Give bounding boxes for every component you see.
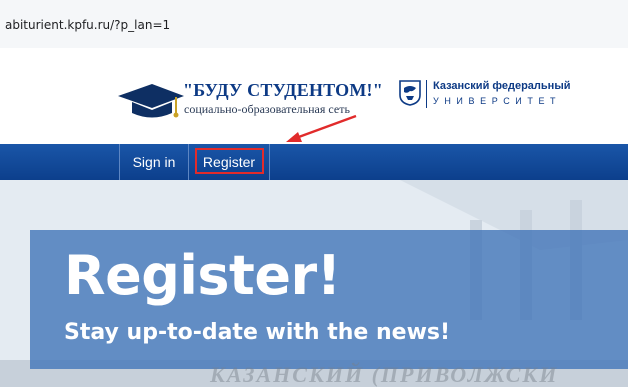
address-bar[interactable]: abiturient.kpfu.ru/?p_lan=1 (0, 0, 628, 48)
university-name: Казанский федеральный (433, 80, 571, 92)
kfu-emblem-icon[interactable] (399, 80, 421, 106)
university-divider (426, 80, 427, 108)
graduation-cap-icon (118, 84, 184, 118)
brand-subtitle: социально-образовательная сеть (184, 102, 350, 116)
nav-register[interactable]: Register (189, 144, 269, 180)
nav-divider (269, 144, 270, 180)
building-inscription: КАЗАНСКИЙ (ПРИВОЛЖСКИ (210, 362, 559, 387)
brand-title[interactable]: "БУДУ СТУДЕНТОМ!" (183, 80, 383, 101)
banner-subtitle: Stay up-to-date with the news! (64, 320, 451, 345)
main-nav: Sign in Register (0, 144, 628, 180)
nav-sign-in[interactable]: Sign in (120, 144, 188, 180)
university-name-caps: УНИВЕРСИТЕТ (433, 96, 562, 106)
banner-title: Register! (64, 244, 341, 307)
url-text[interactable]: abiturient.kpfu.ru/?p_lan=1 (5, 18, 170, 32)
